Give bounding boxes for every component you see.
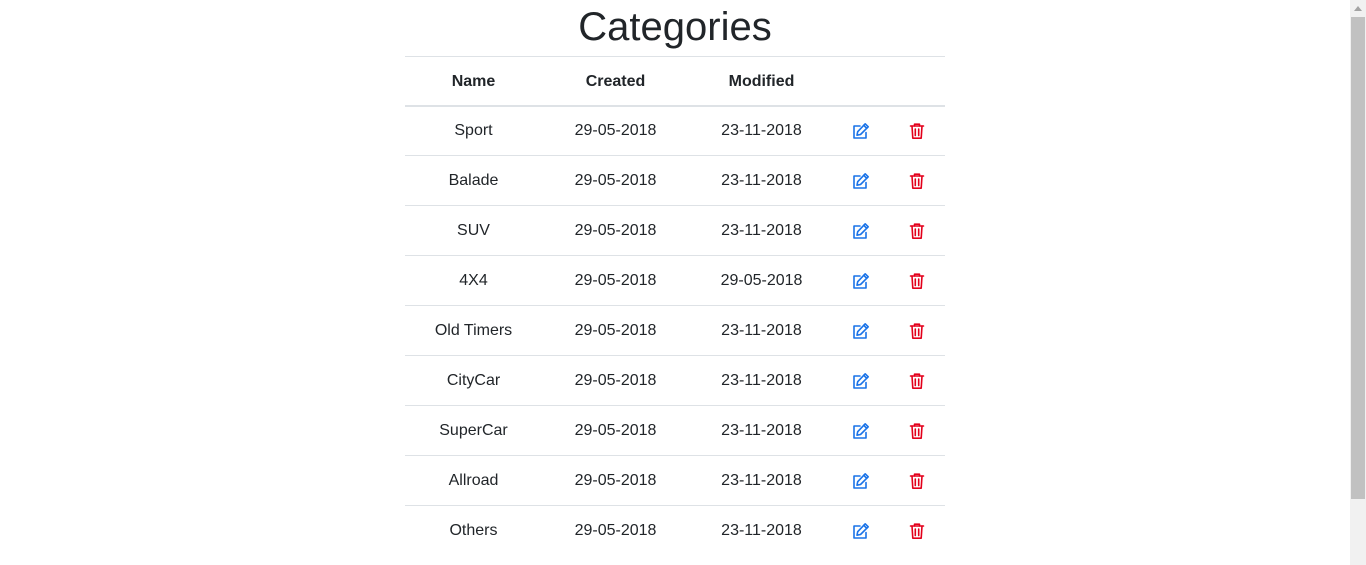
trash-icon[interactable] [907, 371, 927, 391]
table-row: SuperCar 29-05-2018 23-11-2018 [405, 405, 945, 456]
cell-modified: 23-11-2018 [721, 321, 802, 339]
cell-modified: 23-11-2018 [721, 221, 802, 239]
page-title: Categories [578, 5, 772, 49]
page: Categories Name Created Modified Sport 29… [0, 0, 1350, 565]
table-row: CityCar 29-05-2018 23-11-2018 [405, 355, 945, 406]
column-header-delete [888, 57, 945, 106]
cell-created: 29-05-2018 [574, 371, 657, 389]
table-row: SUV 29-05-2018 23-11-2018 [405, 205, 945, 256]
cell-delete [888, 206, 945, 256]
table-row: Old Timers 29-05-2018 23-11-2018 [405, 305, 945, 356]
column-header-modified: Modified [728, 72, 795, 90]
cell-delete [888, 506, 945, 556]
scrollbar-thumb[interactable] [1351, 17, 1365, 499]
column-header-name: Name [451, 72, 496, 90]
cell-delete [888, 156, 945, 206]
cell-name: 4X4 [459, 271, 488, 289]
trash-icon[interactable] [907, 221, 927, 241]
table-body: Sport 29-05-2018 23-11-2018 Balade 29-05-201… [405, 106, 945, 556]
cell-edit [834, 306, 888, 356]
cell-created: 29-05-2018 [574, 421, 657, 439]
cell-modified: 23-11-2018 [721, 471, 802, 489]
edit-icon[interactable] [851, 121, 871, 141]
cell-created: 29-05-2018 [574, 471, 657, 489]
cell-delete [888, 356, 945, 406]
cell-name: Others [449, 521, 498, 539]
table-row: Allroad 29-05-2018 23-11-2018 [405, 455, 945, 506]
cell-edit [834, 206, 888, 256]
cell-name: Allroad [448, 471, 499, 489]
cell-edit [834, 106, 888, 156]
cell-created: 29-05-2018 [574, 121, 657, 139]
cell-modified: 23-11-2018 [721, 371, 802, 389]
edit-icon[interactable] [851, 521, 871, 541]
cell-created: 29-05-2018 [574, 321, 657, 339]
edit-icon[interactable] [851, 171, 871, 191]
cell-edit [834, 256, 888, 306]
edit-icon[interactable] [851, 371, 871, 391]
cell-created: 29-05-2018 [574, 521, 657, 539]
column-header-edit [834, 57, 888, 106]
trash-icon[interactable] [907, 421, 927, 441]
table-row: 4X4 29-05-2018 29-05-2018 [405, 255, 945, 306]
cell-delete [888, 306, 945, 356]
scroll-up-arrow-icon[interactable] [1350, 0, 1366, 17]
cell-delete [888, 406, 945, 456]
trash-icon[interactable] [907, 171, 927, 191]
trash-icon[interactable] [907, 521, 927, 541]
edit-icon[interactable] [851, 321, 871, 341]
header-row: Name Created Modified [405, 56, 945, 106]
cell-edit [834, 506, 888, 556]
edit-icon[interactable] [851, 471, 871, 491]
trash-icon[interactable] [907, 121, 927, 141]
trash-icon[interactable] [907, 321, 927, 341]
table-row: Sport 29-05-2018 23-11-2018 [405, 106, 945, 156]
cell-modified: 23-11-2018 [721, 121, 802, 139]
cell-edit [834, 456, 888, 506]
trash-icon[interactable] [907, 471, 927, 491]
edit-icon[interactable] [851, 271, 871, 291]
cell-modified: 23-11-2018 [721, 421, 802, 439]
vertical-scrollbar[interactable] [1350, 0, 1366, 565]
cell-name: SUV [457, 221, 490, 239]
cell-modified: 23-11-2018 [721, 171, 802, 189]
edit-icon[interactable] [851, 221, 871, 241]
cell-edit [834, 356, 888, 406]
cell-edit [834, 156, 888, 206]
edit-icon[interactable] [851, 421, 871, 441]
cell-name: Sport [454, 121, 493, 139]
table-row: Others 29-05-2018 23-11-2018 [405, 505, 945, 556]
cell-created: 29-05-2018 [574, 171, 657, 189]
cell-delete [888, 256, 945, 306]
cell-name: CityCar [446, 371, 501, 389]
cell-modified: 29-05-2018 [720, 271, 803, 289]
column-header-created: Created [585, 72, 646, 90]
table-row: Balade 29-05-2018 23-11-2018 [405, 155, 945, 206]
cell-delete [888, 456, 945, 506]
cell-created: 29-05-2018 [574, 271, 657, 289]
cell-edit [834, 406, 888, 456]
categories-table: Name Created Modified Sport 29-05-2018 23-… [405, 56, 945, 556]
cell-name: Balade [448, 171, 499, 189]
cell-modified: 23-11-2018 [721, 521, 802, 539]
cell-name: SuperCar [439, 421, 508, 439]
table-header: Name Created Modified [405, 56, 945, 106]
cell-delete [888, 106, 945, 156]
cell-created: 29-05-2018 [574, 221, 657, 239]
trash-icon[interactable] [907, 271, 927, 291]
cell-name: Old Timers [434, 321, 513, 339]
